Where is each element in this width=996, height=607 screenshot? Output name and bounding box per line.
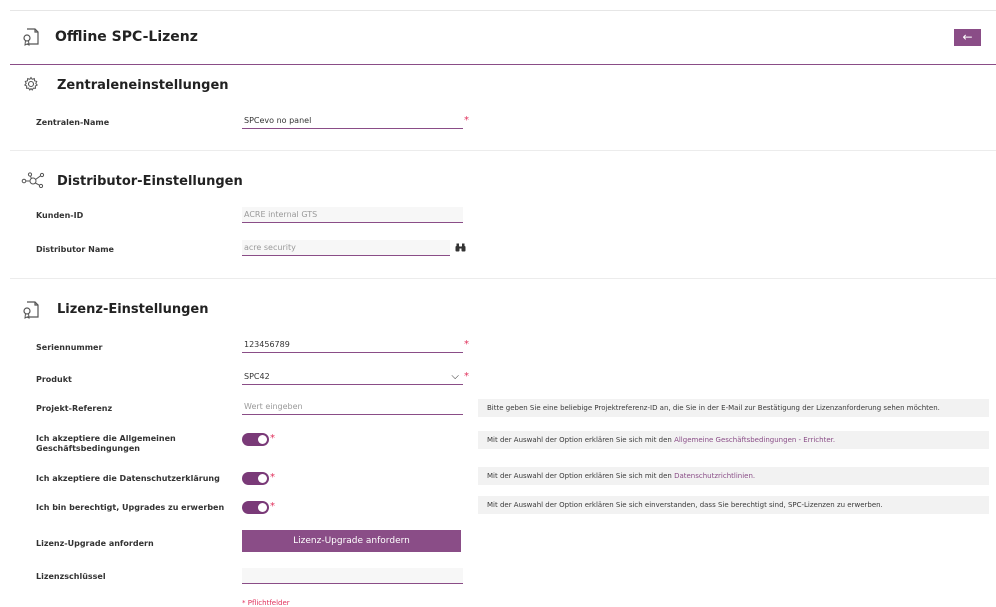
chevron-down-icon: ⌵: [451, 371, 459, 382]
kunden-id-input[interactable]: ACRE internal GTS: [242, 207, 463, 223]
section-title-distributor: Distributor-Einstellungen: [57, 174, 243, 189]
distributor-name-input[interactable]: acre security: [242, 240, 450, 256]
agb-note: Mit der Auswahl der Option erklären Sie …: [478, 431, 989, 449]
section-title-zentrale: Zentraleneinstellungen: [57, 78, 229, 93]
required-marker: *: [270, 433, 275, 444]
license-document-icon: [22, 300, 40, 320]
gear-icon: [23, 76, 39, 92]
required-fields-note: * Pflichtfelder: [242, 599, 290, 607]
header-divider: [10, 64, 996, 65]
section-title-lizenz: Lizenz-Einstellungen: [57, 302, 209, 317]
projekt-referenz-note: Bitte geben Sie eine beliebige Projektre…: [478, 399, 989, 417]
binoculars-icon[interactable]: [455, 243, 466, 252]
agb-link[interactable]: Allgemeine Geschäftsbedingungen - Errich…: [674, 436, 835, 444]
seriennummer-label: Seriennummer: [36, 343, 103, 352]
required-marker: *: [270, 501, 275, 512]
upgrade-anfordern-label: Lizenz-Upgrade anfordern: [36, 539, 154, 548]
required-marker: *: [270, 472, 275, 483]
datenschutz-label: Ich akzeptiere die Datenschutzerklärung: [36, 474, 220, 483]
datenschutz-toggle[interactable]: [242, 472, 269, 485]
projekt-referenz-label: Projekt-Referenz: [36, 404, 113, 413]
request-upgrade-button[interactable]: Lizenz-Upgrade anfordern: [242, 530, 461, 552]
kunden-id-label: Kunden-ID: [36, 211, 84, 220]
required-marker: *: [464, 339, 469, 350]
required-marker: *: [464, 371, 469, 382]
datenschutz-link[interactable]: Datenschutzrichtlinien.: [674, 472, 755, 480]
required-marker: *: [464, 115, 469, 126]
agb-label: Ich akzeptiere die Allgemeinen Geschäfts…: [36, 434, 176, 453]
zentralen-name-label: Zentralen-Name: [36, 118, 110, 127]
page-title: Offline SPC-Lizenz: [55, 29, 198, 45]
produkt-label: Produkt: [36, 375, 72, 384]
lizenzschluessel-label: Lizenzschlüssel: [36, 572, 106, 581]
top-divider: [10, 10, 996, 11]
back-arrow-icon: ←: [962, 30, 973, 44]
license-document-icon: [22, 27, 40, 47]
upgrade-berechtigt-toggle[interactable]: [242, 501, 269, 514]
zentralen-name-input[interactable]: SPCevo no panel: [242, 113, 463, 129]
distributor-name-label: Distributor Name: [36, 245, 114, 254]
network-nodes-icon: [21, 172, 45, 188]
back-button[interactable]: ←: [954, 29, 981, 46]
lizenzschluessel-input[interactable]: [242, 568, 463, 584]
produkt-select[interactable]: SPC42 ⌵: [242, 369, 463, 385]
section-divider: [10, 278, 996, 279]
projekt-referenz-input[interactable]: Wert eingeben: [242, 399, 463, 415]
upgrade-berechtigt-label: Ich bin berechtigt, Upgrades zu erwerben: [36, 503, 225, 512]
upgrade-note: Mit der Auswahl der Option erklären Sie …: [478, 496, 989, 514]
seriennummer-input[interactable]: 123456789: [242, 337, 463, 353]
datenschutz-note: Mit der Auswahl der Option erklären Sie …: [478, 467, 989, 485]
section-divider: [10, 150, 996, 151]
agb-toggle[interactable]: [242, 433, 269, 446]
